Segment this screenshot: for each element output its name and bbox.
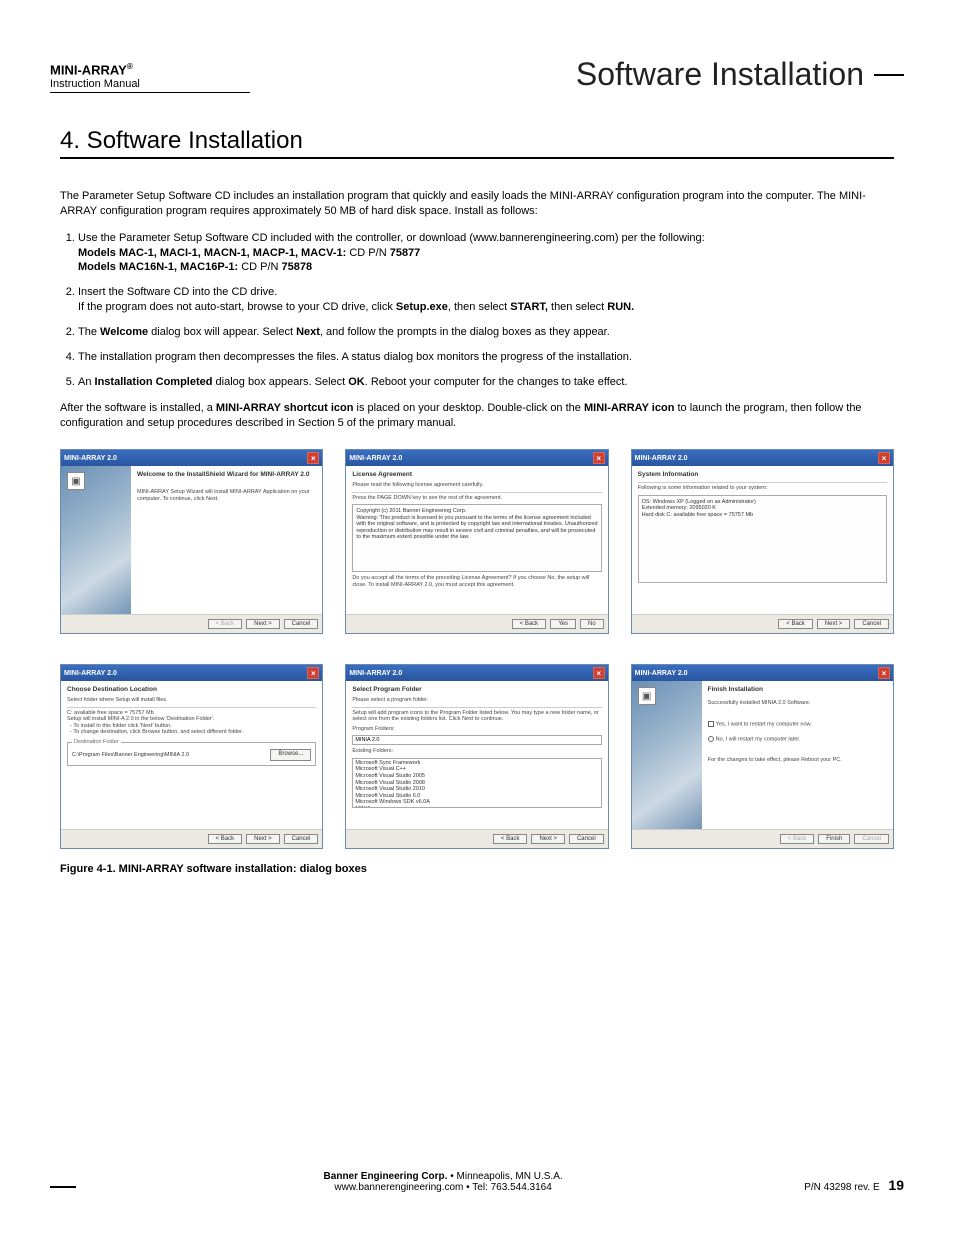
- figure-caption: Figure 4-1. MINI-ARRAY software installa…: [60, 863, 894, 875]
- dialog-destination: MINI-ARRAY 2.0× Choose Destination Locat…: [60, 664, 323, 849]
- section-heading: 4. Software Installation: [60, 127, 894, 159]
- intro-paragraph: The Parameter Setup Software CD includes…: [60, 189, 894, 219]
- screenshot-grid: MINI-ARRAY 2.0× ▣ Welcome to the Install…: [60, 449, 894, 849]
- next-button[interactable]: Next >: [531, 834, 565, 844]
- back-button: < Back: [780, 834, 815, 844]
- program-folder-input[interactable]: [352, 735, 601, 745]
- page-header: MINI-ARRAY® Instruction Manual Software …: [50, 56, 904, 93]
- browse-button[interactable]: Browse...: [270, 749, 311, 760]
- product-name: MINI-ARRAY: [50, 62, 127, 77]
- dialog-program-folder: MINI-ARRAY 2.0× Select Program Folder Pl…: [345, 664, 608, 849]
- section-title: Software Installation: [576, 56, 864, 93]
- next-button[interactable]: Next >: [246, 834, 280, 844]
- restart-later-radio[interactable]: [708, 736, 714, 742]
- back-button: < Back: [208, 619, 243, 629]
- yes-button[interactable]: Yes: [550, 619, 576, 629]
- cancel-button[interactable]: Cancel: [569, 834, 604, 844]
- page-number: 19: [888, 1177, 904, 1193]
- step-3: The Welcome dialog box will appear. Sele…: [78, 325, 894, 340]
- step-1: Use the Parameter Setup Software CD incl…: [78, 231, 894, 276]
- installer-icon: ▣: [638, 687, 656, 705]
- registered-mark: ®: [127, 62, 133, 71]
- dialog-welcome: MINI-ARRAY 2.0× ▣ Welcome to the Install…: [60, 449, 323, 634]
- close-icon[interactable]: ×: [878, 452, 890, 464]
- manual-subtitle: Instruction Manual: [50, 78, 250, 90]
- cancel-button[interactable]: Cancel: [854, 619, 889, 629]
- cancel-button[interactable]: Cancel: [284, 619, 319, 629]
- close-icon[interactable]: ×: [593, 667, 605, 679]
- back-button[interactable]: < Back: [208, 834, 243, 844]
- page-footer: Banner Engineering Corp. • Minneapolis, …: [50, 1171, 904, 1193]
- next-button[interactable]: Next >: [246, 619, 280, 629]
- close-icon[interactable]: ×: [307, 667, 319, 679]
- step-5: An Installation Completed dialog box app…: [78, 375, 894, 390]
- finish-button[interactable]: Finish: [818, 834, 850, 844]
- back-button[interactable]: < Back: [778, 619, 813, 629]
- dialog-sysinfo: MINI-ARRAY 2.0× System Information Follo…: [631, 449, 894, 634]
- close-icon[interactable]: ×: [593, 452, 605, 464]
- step-4: The installation program then decompress…: [78, 350, 894, 365]
- existing-folders-list[interactable]: Microsoft Sync Framework Microsoft Visua…: [352, 758, 601, 808]
- close-icon[interactable]: ×: [878, 667, 890, 679]
- dialog-finish: MINI-ARRAY 2.0× ▣ Finish Installation Su…: [631, 664, 894, 849]
- next-button[interactable]: Next >: [817, 619, 851, 629]
- install-steps: Use the Parameter Setup Software CD incl…: [78, 231, 894, 390]
- restart-now-radio[interactable]: [708, 721, 714, 727]
- dialog-license: MINI-ARRAY 2.0× License Agreement Please…: [345, 449, 608, 634]
- cancel-button: Cancel: [854, 834, 889, 844]
- header-rule: [874, 74, 904, 76]
- close-icon[interactable]: ×: [307, 452, 319, 464]
- cancel-button[interactable]: Cancel: [284, 834, 319, 844]
- after-paragraph: After the software is installed, a MINI-…: [60, 401, 894, 431]
- step-2: Insert the Software CD into the CD drive…: [78, 285, 894, 315]
- back-button[interactable]: < Back: [493, 834, 528, 844]
- installer-icon: ▣: [67, 472, 85, 490]
- back-button[interactable]: < Back: [512, 619, 547, 629]
- no-button[interactable]: No: [580, 619, 604, 629]
